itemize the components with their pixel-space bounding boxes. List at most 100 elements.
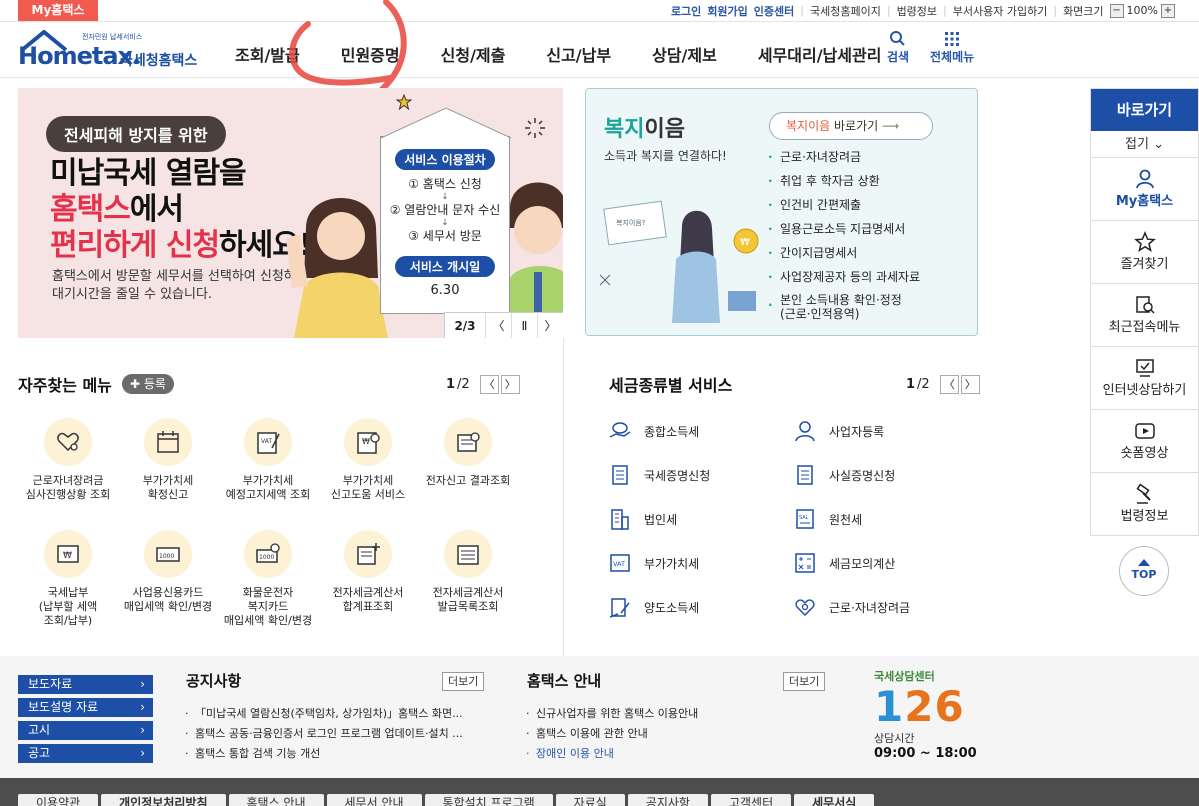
- welfare-banner[interactable]: 복지이음 소득과 복지를 연결하다! 복지이음 바로가기 ⟶ 복지이음? ₩ 근…: [585, 88, 978, 336]
- press-explanation-button[interactable]: 보도설명 자료: [18, 698, 153, 717]
- fav-item-einvoice-summary[interactable]: 전자세금계산서 합계표조회: [318, 530, 418, 614]
- tax-corporate[interactable]: 법인세: [608, 507, 677, 531]
- hero-prev-button[interactable]: 〈: [485, 313, 511, 338]
- tax-earned-income-credit[interactable]: 근로·자녀장려금: [793, 595, 910, 619]
- svg-text:1000: 1000: [259, 554, 274, 561]
- nav-inquiry-issue[interactable]: 조회/발급: [235, 42, 300, 66]
- welfare-title: 복지이음: [604, 117, 685, 142]
- zoom-out-button[interactable]: −: [1109, 3, 1124, 18]
- press-release-button[interactable]: 보도자료: [18, 675, 153, 694]
- nts-homepage-link[interactable]: 국세청홈페이지: [810, 3, 881, 19]
- nav-tax-agent[interactable]: 세무대리/납세관리: [758, 42, 882, 66]
- welfare-item[interactable]: 인건비 간편제출: [766, 193, 920, 217]
- fav-item-earned-income-credit[interactable]: 근로자녀장려금 심사진행상황 조회: [18, 418, 118, 502]
- svg-text:VAT: VAT: [613, 560, 625, 568]
- welfare-item[interactable]: 사업장제공자 등의 과세자료: [766, 265, 920, 289]
- hero-pause-button[interactable]: Ⅱ: [511, 313, 537, 338]
- all-menu-button[interactable]: 전체메뉴: [930, 30, 974, 65]
- hometax-logo[interactable]: 전자민원 납세서비스 Hometax. 국세청홈택스: [18, 28, 208, 70]
- footer-privacy[interactable]: 개인정보처리방침: [101, 794, 226, 806]
- money-hand-icon: [609, 422, 631, 438]
- rail-online-consult[interactable]: 인터넷상담하기: [1091, 347, 1198, 410]
- notice-item[interactable]: 홈택스 공동·금융인증서 로그인 프로그램 업데이트·설치 ...: [183, 724, 463, 744]
- scroll-top-button[interactable]: TOP: [1119, 546, 1169, 596]
- tax-business-registration[interactable]: 사업자등록: [793, 419, 884, 443]
- fav-item-vat-final[interactable]: 부가가치세 확정신고: [118, 418, 218, 502]
- footer-tax-forms[interactable]: 세무서식: [794, 794, 875, 806]
- welfare-item[interactable]: 본인 소득내용 확인·정정 (근로·인적용역): [766, 289, 920, 321]
- nav-report-pay[interactable]: 신고/납부: [546, 42, 611, 66]
- login-link[interactable]: 로그인: [671, 3, 701, 19]
- footer-customer-center[interactable]: 고객센터: [710, 794, 792, 806]
- tax-fact-cert[interactable]: 사실증명신청: [793, 463, 895, 487]
- welfare-item[interactable]: 취업 후 학자금 상환: [766, 169, 920, 193]
- heart-hands-icon: [795, 599, 815, 617]
- quick-rail: 바로가기 접기 ⌄ My홈택스 즐겨찾기 최근접속메뉴 인터넷상담하기 숏폼영상…: [1090, 88, 1199, 536]
- footer-archive[interactable]: 자료실: [555, 794, 625, 806]
- tax-national-cert[interactable]: 국세증명신청: [608, 463, 710, 487]
- notice-item[interactable]: 홈택스 통합 검색 기능 개선: [183, 744, 463, 764]
- tax-capital-gains[interactable]: 양도소득세: [608, 595, 699, 619]
- fav-item-efile-result[interactable]: 전자신고 결과조회: [418, 418, 518, 488]
- footer-terms[interactable]: 이용약관: [18, 794, 99, 806]
- procedure-box: 서비스 이용절차 ① 홈택스 신청 ↓ ② 열람안내 문자 수신 ↓ ③ 세무서…: [380, 107, 512, 314]
- rail-law-info[interactable]: 법령정보: [1091, 473, 1198, 536]
- tax-simulation[interactable]: 세금모의계산: [793, 551, 895, 575]
- rail-my-hometax[interactable]: My홈택스: [1091, 158, 1198, 221]
- footer-notices[interactable]: 공지사항: [627, 794, 708, 806]
- tax-withholding[interactable]: SAL 원천세: [793, 507, 862, 531]
- footer-hometax-guide[interactable]: 홈택스 안내: [228, 794, 324, 806]
- fav-item-einvoice-list[interactable]: 전자세금계산서 발급목록조회: [418, 530, 518, 614]
- favorites-register-button[interactable]: ✚ 등록: [122, 374, 174, 394]
- notice-gosi-button[interactable]: 고시: [18, 721, 153, 740]
- fav-item-vat-help[interactable]: ₩ 부가가치세 신고도움 서비스: [318, 418, 418, 502]
- guide-item[interactable]: 홈택스 이용에 관한 안내: [524, 724, 698, 744]
- my-hometax-tab[interactable]: My홈택스: [18, 0, 98, 21]
- screen-size-label: 화면크기: [1063, 4, 1104, 18]
- calendar-icon: [144, 418, 192, 466]
- rail-favorites[interactable]: 즐겨찾기: [1091, 221, 1198, 284]
- salary-doc-icon: SAL: [796, 509, 814, 529]
- vat-doc-icon: VAT: [244, 418, 292, 466]
- tax-service-prev-button[interactable]: 〈: [939, 375, 959, 394]
- guide-item[interactable]: 신규사업자를 위한 홈택스 이용안내: [524, 704, 698, 724]
- notice-item[interactable]: 「미납국세 열람신청(주택임차, 상가임차)」홈택스 화면...: [183, 704, 463, 724]
- fav-item-tax-payment[interactable]: ₩ 국세납부 (납부할 세액 조회/납부): [18, 530, 118, 628]
- cert-center-link[interactable]: 인증센터: [754, 3, 794, 19]
- welfare-shortcut-button[interactable]: 복지이음 바로가기 ⟶: [769, 112, 933, 140]
- public-notice-button[interactable]: 공고: [18, 744, 153, 763]
- notices-more-button[interactable]: 더보기: [442, 672, 485, 691]
- rail-fold-button[interactable]: 접기 ⌄: [1091, 131, 1198, 158]
- nav-civil-certificate[interactable]: 민원증명: [341, 42, 400, 66]
- signup-link[interactable]: 회원가입: [707, 3, 747, 19]
- hero-next-button[interactable]: 〉: [537, 313, 563, 338]
- tax-service-next-button[interactable]: 〉: [960, 375, 980, 394]
- favorites-prev-button[interactable]: 〈: [479, 375, 499, 394]
- separator: |: [1053, 4, 1058, 17]
- welfare-item[interactable]: 일용근로소득 지급명세서: [766, 217, 920, 241]
- guide-more-button[interactable]: 더보기: [783, 672, 826, 691]
- footer-tax-office[interactable]: 세무서 안내: [326, 794, 422, 806]
- welfare-item[interactable]: 간이지급명세서: [766, 241, 920, 265]
- svg-text:복지이음?: 복지이음?: [616, 218, 646, 227]
- fav-item-business-card[interactable]: 1000 사업용신용카드 매입세액 확인/변경: [118, 530, 218, 614]
- fav-item-cargo-driver-card[interactable]: 1000 화물운전자 복지카드 매입세액 확인/변경: [218, 530, 318, 628]
- zoom-in-button[interactable]: +: [1161, 3, 1175, 18]
- tax-vat[interactable]: VAT 부가가치세: [608, 551, 699, 575]
- nav-apply-submit[interactable]: 신청/제출: [441, 42, 506, 66]
- tax-global-income[interactable]: 종합소득세: [608, 419, 699, 443]
- welfare-item[interactable]: 근로·자녀장려금: [766, 145, 920, 169]
- won-doc-search-icon: ₩: [344, 418, 392, 466]
- search-button[interactable]: 검색: [887, 30, 909, 65]
- hero-banner[interactable]: 전세피해 방지를 위한 미납국세 열람을 홈택스에서 편리하게 신청하세요! 홈…: [18, 88, 563, 338]
- footer: 이용약관 개인정보처리방침 홈택스 안내 세무서 안내 통합설치 프로그램 자료…: [0, 778, 1199, 806]
- fav-item-vat-prenotice[interactable]: VAT 부가가치세 예정고지세액 조회: [218, 418, 318, 502]
- footer-install[interactable]: 통합설치 프로그램: [424, 794, 553, 806]
- favorites-next-button[interactable]: 〉: [500, 375, 520, 394]
- rail-short-video[interactable]: 숏폼영상: [1091, 410, 1198, 473]
- guide-item[interactable]: 장애인 이용 안내: [524, 744, 698, 764]
- nav-consult-report[interactable]: 상담/제보: [652, 42, 717, 66]
- law-info-link[interactable]: 법령정보: [897, 3, 937, 19]
- rail-recent-menu[interactable]: 최근접속메뉴: [1091, 284, 1198, 347]
- dept-user-signup-link[interactable]: 부서사용자 가입하기: [953, 3, 1048, 19]
